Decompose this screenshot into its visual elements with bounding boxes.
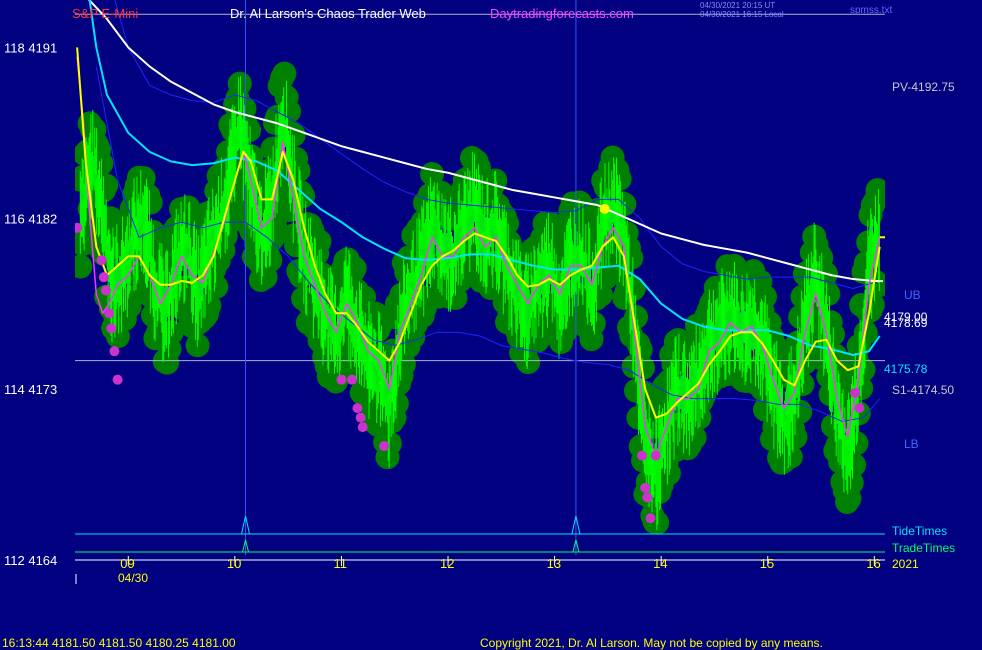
signal-dot bbox=[106, 323, 117, 334]
site-link[interactable]: Daytradingforecasts.com bbox=[490, 7, 634, 20]
y-tick-label: 118 4191 bbox=[4, 40, 57, 55]
trade-times-label: TradeTimes bbox=[892, 541, 956, 555]
chart-title: Dr. Al Larson's Chaos Trader Web bbox=[230, 6, 426, 21]
signal-dot bbox=[642, 492, 653, 503]
signal-dot bbox=[379, 441, 390, 452]
year-label: 2021 bbox=[892, 557, 919, 571]
signal-dot bbox=[650, 450, 661, 461]
signal-dot bbox=[112, 374, 123, 385]
signal-dot bbox=[96, 255, 107, 266]
x-tick-label: 10 bbox=[227, 556, 241, 571]
x-tick-label: 11 bbox=[333, 556, 347, 571]
glow-blob bbox=[227, 71, 252, 96]
lower-band-label: LB bbox=[904, 437, 919, 451]
signal-dot bbox=[104, 308, 115, 319]
signal-dot bbox=[75, 222, 83, 233]
signal-dot bbox=[100, 285, 111, 296]
x-tick-label: 15 bbox=[760, 556, 774, 571]
price-label-c: 4175.78 bbox=[884, 362, 928, 376]
x-tick-label: 12 bbox=[440, 556, 454, 571]
signal-dot bbox=[347, 374, 358, 385]
y-tick-label: 116 4182 bbox=[4, 211, 57, 226]
signal-dot bbox=[357, 422, 368, 433]
data-file-label: spmss.txt bbox=[850, 5, 893, 16]
signal-dot bbox=[850, 387, 861, 398]
signal-dot bbox=[98, 272, 109, 283]
signal-dot bbox=[109, 346, 120, 357]
last-quote: 16:13:44 4181.50 4181.50 4180.25 4181.00 bbox=[2, 636, 236, 650]
x-tick-label: 09 bbox=[120, 556, 134, 571]
pivot-label: PV-4192.75 bbox=[892, 80, 955, 94]
copyright-notice: Copyright 2021, Dr. Al Larson. May not b… bbox=[480, 636, 823, 650]
signal-dot bbox=[854, 403, 865, 414]
timestamp-local: 04/30/2021 16:15 Local bbox=[700, 10, 784, 19]
timestamp-ut: 04/30/2021 20:15 UT bbox=[700, 1, 776, 10]
signal-dot bbox=[645, 513, 656, 524]
x-tick-label: 16 bbox=[866, 556, 880, 571]
y-tick-label: 112 4164 bbox=[4, 553, 57, 568]
tide-times-label: TideTimes bbox=[892, 524, 948, 538]
glow-blob bbox=[865, 178, 885, 203]
signal-dot bbox=[352, 403, 363, 414]
y-tick-label: 114 4173 bbox=[4, 382, 57, 397]
pivot-dot bbox=[599, 203, 610, 214]
date-label: 04/30 bbox=[118, 571, 149, 585]
price-label-b: 4178.69 bbox=[884, 316, 928, 330]
signal-dot bbox=[637, 450, 647, 461]
signal-dot bbox=[355, 412, 366, 423]
support-label: S1-4174.50 bbox=[892, 383, 955, 397]
upper-band-label: UB bbox=[904, 288, 921, 302]
signal-dot bbox=[640, 482, 651, 493]
chart-canvas: 112 4164 114 4173 116 4182 118 4191 09 10 11 12… bbox=[4, 0, 885, 584]
glow-blob bbox=[272, 61, 297, 86]
x-tick-label: 14 bbox=[653, 556, 667, 571]
signal-dot bbox=[336, 374, 347, 385]
x-tick-label: 13 bbox=[547, 556, 561, 571]
glow-blob bbox=[75, 254, 93, 279]
symbol-label: S&P E-Mini bbox=[72, 6, 139, 21]
